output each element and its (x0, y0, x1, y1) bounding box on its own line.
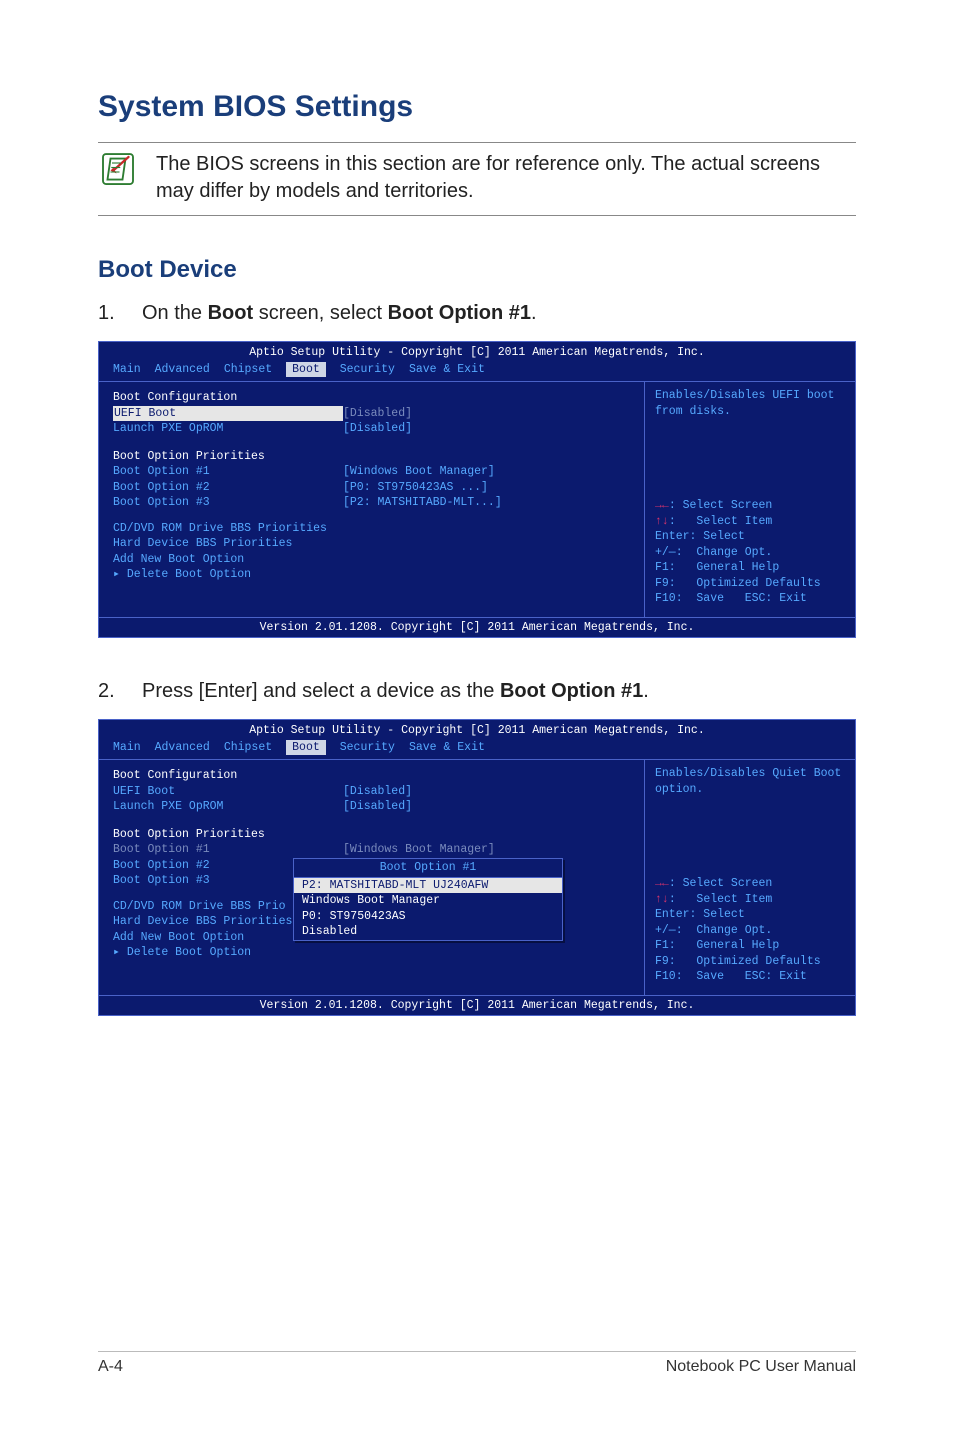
bios-footer: Version 2.01.1208. Copyright [C] 2011 Am… (99, 995, 855, 1016)
bios-tab-main[interactable]: Main (113, 740, 141, 756)
bios-header: Aptio Setup Utility - Copyright [C] 2011… (99, 720, 855, 740)
note-text: The BIOS screens in this section are for… (156, 151, 856, 205)
page-footer: A-4 Notebook PC User Manual (98, 1351, 856, 1376)
bios-right-pane: Enables/Disables Quiet Boot option. →←: … (645, 760, 855, 995)
boot-option-1-value: [Windows Boot Manager] (343, 464, 495, 480)
hard-device-bbs[interactable]: Hard Device BBS Priorities (113, 536, 634, 552)
boot-config-heading: Boot Configuration (113, 390, 634, 406)
bios-tab-advanced[interactable]: Advanced (155, 740, 210, 756)
bios-tab-boot[interactable]: Boot (286, 740, 326, 756)
boot-option-2[interactable]: Boot Option #2 (113, 480, 343, 496)
bios-tabs: Main Advanced Chipset Boot Security Save… (99, 740, 855, 760)
note-block: The BIOS screens in this section are for… (98, 142, 856, 216)
bios-tabs: Main Advanced Chipset Boot Security Save… (99, 362, 855, 382)
step-body: Press [Enter] and select a device as the… (142, 678, 649, 705)
launch-pxe-row[interactable]: Launch PXE OpROM (113, 799, 343, 815)
cd-dvd-bbs[interactable]: CD/DVD ROM Drive BBS Priorities (113, 521, 634, 537)
boot-priorities-heading: Boot Option Priorities (113, 449, 634, 465)
add-boot-option[interactable]: Add New Boot Option (113, 552, 634, 568)
bios-footer: Version 2.01.1208. Copyright [C] 2011 Am… (99, 617, 855, 638)
popup-option-3[interactable]: Disabled (294, 924, 562, 940)
footer-left: A-4 (98, 1358, 123, 1376)
uefi-boot-value: [Disabled] (343, 784, 412, 800)
uefi-boot-value: [Disabled] (343, 406, 412, 422)
bios-left-pane: Boot Configuration UEFI Boot [Disabled] … (99, 760, 645, 995)
popup-option-0[interactable]: P2: MATSHITABD-MLT UJ240AFW (294, 878, 562, 894)
bios-tab-chipset[interactable]: Chipset (224, 362, 272, 378)
boot-option-1-value: [Windows Boot Manager] (343, 842, 495, 858)
boot-option-popup: Boot Option #1 P2: MATSHITABD-MLT UJ240A… (293, 858, 563, 941)
launch-pxe-value: [Disabled] (343, 799, 412, 815)
bios-help-text: Enables/Disables Quiet Boot option. (655, 766, 847, 876)
boot-option-1[interactable]: Boot Option #1 (113, 464, 343, 480)
bios-key-hints: →←: Select Screen ↑↓: Select Item Enter:… (655, 498, 847, 607)
section-subtitle: Boot Device (98, 256, 856, 284)
bios-right-pane: Enables/Disables UEFI boot from disks. →… (645, 382, 855, 617)
boot-option-3[interactable]: Boot Option #3 (113, 495, 343, 511)
boot-option-1[interactable]: Boot Option #1 (113, 842, 343, 858)
uefi-boot-row[interactable]: UEFI Boot (113, 406, 343, 422)
bios-tab-advanced[interactable]: Advanced (155, 362, 210, 378)
page-title: System BIOS Settings (98, 90, 856, 124)
bios-left-pane: Boot Configuration UEFI Boot [Disabled] … (99, 382, 645, 617)
bios-tab-main[interactable]: Main (113, 362, 141, 378)
step-1: 1. On the Boot screen, select Boot Optio… (98, 300, 856, 327)
popup-title: Boot Option #1 (294, 859, 562, 878)
note-icon (98, 151, 138, 187)
delete-boot-option[interactable]: Delete Boot Option (113, 945, 634, 961)
bios-screenshot-2: Aptio Setup Utility - Copyright [C] 2011… (98, 719, 856, 1016)
bios-tab-saveexit[interactable]: Save & Exit (409, 362, 485, 378)
bios-key-hints: →←: Select Screen ↑↓: Select Item Enter:… (655, 876, 847, 985)
bios-tab-security[interactable]: Security (340, 740, 395, 756)
bios-tab-security[interactable]: Security (340, 362, 395, 378)
launch-pxe-value: [Disabled] (343, 421, 412, 437)
step-number: 2. (98, 678, 118, 705)
bios-header: Aptio Setup Utility - Copyright [C] 2011… (99, 342, 855, 362)
step-2: 2. Press [Enter] and select a device as … (98, 678, 856, 705)
boot-priorities-heading: Boot Option Priorities (113, 827, 634, 843)
bios-tab-saveexit[interactable]: Save & Exit (409, 740, 485, 756)
step-body: On the Boot screen, select Boot Option #… (142, 300, 537, 327)
uefi-boot-row[interactable]: UEFI Boot (113, 784, 343, 800)
bios-help-text: Enables/Disables UEFI boot from disks. (655, 388, 847, 498)
bios-tab-chipset[interactable]: Chipset (224, 740, 272, 756)
bios-screenshot-1: Aptio Setup Utility - Copyright [C] 2011… (98, 341, 856, 638)
step-number: 1. (98, 300, 118, 327)
popup-option-2[interactable]: P0: ST9750423AS (294, 909, 562, 925)
boot-option-2-value: [P0: ST9750423AS ...] (343, 480, 488, 496)
boot-config-heading: Boot Configuration (113, 768, 634, 784)
delete-boot-option[interactable]: Delete Boot Option (113, 567, 634, 583)
popup-option-1[interactable]: Windows Boot Manager (294, 893, 562, 909)
bios-tab-boot[interactable]: Boot (286, 362, 326, 378)
footer-right: Notebook PC User Manual (666, 1358, 856, 1376)
launch-pxe-row[interactable]: Launch PXE OpROM (113, 421, 343, 437)
boot-option-3-value: [P2: MATSHITABD-MLT...] (343, 495, 502, 511)
